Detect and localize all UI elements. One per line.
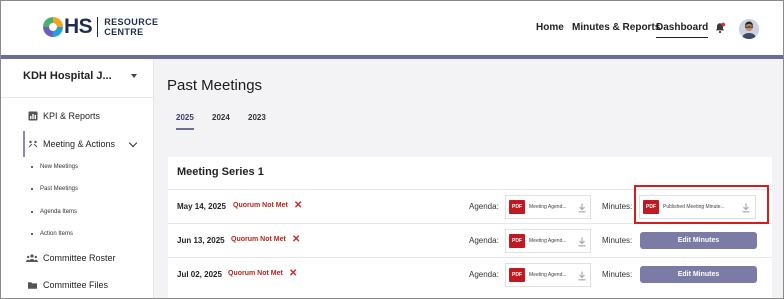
close-icon: ✕	[292, 234, 301, 245]
sidebar-subitem-action-items[interactable]: Action Items	[31, 231, 73, 237]
sidebar-item-committee-files[interactable]: Committee Files	[27, 280, 108, 290]
site-selector[interactable]: KDH Hospital J...	[23, 70, 112, 82]
meeting-date: Jun 13, 2025	[177, 236, 225, 245]
close-icon: ✕	[294, 200, 303, 211]
pdf-icon: PDF	[509, 234, 525, 248]
close-icon: ✕	[289, 268, 298, 279]
logo-mark-icon	[43, 17, 63, 37]
pdf-icon: PDF	[509, 268, 525, 282]
logo[interactable]: HS RESOURCE CENTRE	[43, 15, 158, 39]
pdf-icon: PDF	[509, 200, 525, 214]
folder-icon	[28, 282, 37, 289]
edit-minutes-button[interactable]: Edit Minutes	[640, 266, 757, 283]
meeting-row: Jun 13, 2025 Quorum Not Met ✕ Agenda: PD…	[168, 223, 772, 257]
agenda-label: Agenda:	[469, 236, 499, 245]
logo-text: HS	[64, 15, 93, 38]
sidebar-item-label: Committee Roster	[43, 253, 116, 263]
series-title: Meeting Series 1	[177, 166, 264, 178]
active-indicator	[23, 131, 25, 157]
tab-2024[interactable]: 2024	[212, 113, 230, 122]
meeting-row: Jul 02, 2025 Quorum Not Met ✕ Agenda: PD…	[168, 257, 772, 291]
user-avatar[interactable]	[739, 19, 759, 39]
agenda-file[interactable]: PDF Meeting Agend...	[505, 195, 591, 219]
avatar-image	[739, 19, 759, 39]
file-name: Meeting Agend...	[529, 204, 567, 210]
meeting-icon	[28, 140, 38, 148]
quorum-status: Quorum Not Met	[233, 202, 288, 209]
sidebar-subitem-new-meetings[interactable]: New Meetings	[31, 164, 78, 170]
sidebar-divider	[1, 97, 154, 98]
logo-subtitle-line1: RESOURCE	[104, 17, 159, 27]
minutes-label: Minutes:	[602, 236, 633, 245]
subitem-label: Action Items	[40, 231, 74, 237]
bullet-icon	[31, 233, 33, 235]
logo-subtitle-line2: CENTRE	[104, 27, 144, 37]
edit-minutes-button[interactable]: Edit Minutes	[640, 232, 757, 249]
app-window: HS RESOURCE CENTRE Home Minutes & Report…	[0, 0, 784, 299]
subitem-label: Past Meetings	[40, 186, 79, 192]
agenda-file[interactable]: PDF Meeting Agend...	[505, 263, 591, 287]
chart-icon	[28, 111, 38, 121]
logo-divider	[97, 17, 99, 37]
logo-subtitle: RESOURCE CENTRE	[104, 17, 158, 37]
sidebar-item-kpi-reports[interactable]: KPI & Reports	[28, 111, 100, 121]
tab-2023[interactable]: 2023	[248, 113, 266, 122]
chevron-down-icon[interactable]	[128, 138, 138, 148]
minutes-label: Minutes:	[602, 202, 633, 211]
agenda-label: Agenda:	[469, 270, 499, 279]
bullet-icon	[31, 188, 33, 190]
main-content: Past Meetings 2025 2024 2023 Meeting Ser…	[154, 59, 783, 298]
download-icon[interactable]	[578, 271, 586, 281]
meeting-series-card: Meeting Series 1 May 14, 2025 Quorum Not…	[168, 157, 772, 298]
sidebar-subitem-agenda-items[interactable]: Agenda Items	[31, 209, 77, 215]
bullet-icon	[31, 211, 33, 213]
nav-minutes-reports[interactable]: Minutes & Reports	[572, 22, 660, 33]
sidebar: KDH Hospital J... KPI & Reports Meeting …	[1, 59, 154, 298]
download-icon[interactable]	[578, 237, 586, 247]
bell-icon[interactable]	[714, 22, 726, 34]
page-title: Past Meetings	[167, 77, 263, 94]
nav-dashboard[interactable]: Dashboard	[656, 22, 709, 38]
people-icon	[26, 254, 38, 262]
tab-2025[interactable]: 2025	[176, 113, 194, 130]
bullet-icon	[31, 166, 33, 168]
sidebar-item-label: Meeting & Actions	[43, 139, 116, 149]
sidebar-item-committee-roster[interactable]: Committee Roster	[26, 253, 116, 263]
meeting-date: Jul 02, 2025	[177, 270, 222, 279]
sidebar-item-label: KPI & Reports	[43, 111, 101, 121]
file-name: Meeting Agend...	[529, 238, 567, 244]
quorum-status: Quorum Not Met	[231, 236, 286, 243]
nav-home[interactable]: Home	[536, 22, 564, 33]
agenda-label: Agenda:	[469, 202, 499, 211]
file-name: Meeting Agend...	[529, 272, 567, 278]
sidebar-item-label: Committee Files	[43, 280, 109, 290]
meeting-date: May 14, 2025	[177, 202, 226, 211]
minutes-label: Minutes:	[602, 270, 633, 279]
top-header: HS RESOURCE CENTRE Home Minutes & Report…	[1, 1, 783, 55]
highlight-box	[634, 185, 769, 224]
sidebar-item-meeting-actions[interactable]: Meeting & Actions	[28, 139, 115, 149]
download-icon[interactable]	[578, 203, 586, 213]
agenda-file[interactable]: PDF Meeting Agend...	[505, 229, 591, 253]
chevron-down-icon[interactable]	[131, 74, 137, 78]
subitem-label: Agenda Items	[40, 209, 78, 215]
subitem-label: New Meetings	[40, 164, 79, 170]
sidebar-subitem-past-meetings[interactable]: Past Meetings	[31, 186, 78, 192]
quorum-status: Quorum Not Met	[228, 270, 283, 277]
